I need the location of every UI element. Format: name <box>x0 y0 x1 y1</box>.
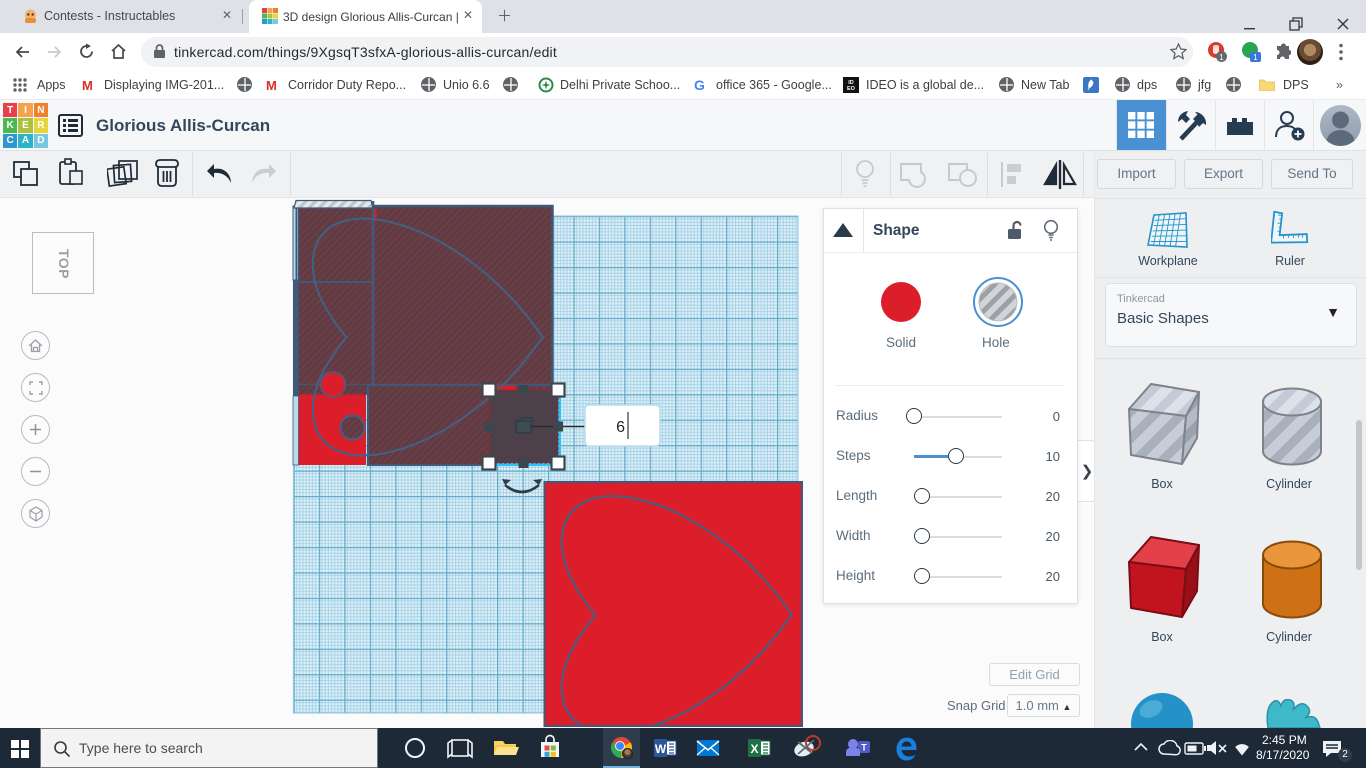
svg-text:T: T <box>861 743 867 753</box>
svg-text:W: W <box>655 742 667 756</box>
svg-text:EO: EO <box>847 86 856 92</box>
svg-text:6: 6 <box>616 419 625 436</box>
svg-text:1: 1 <box>1219 53 1224 62</box>
svg-text:1: 1 <box>1253 53 1258 62</box>
svg-text:X: X <box>750 742 758 756</box>
